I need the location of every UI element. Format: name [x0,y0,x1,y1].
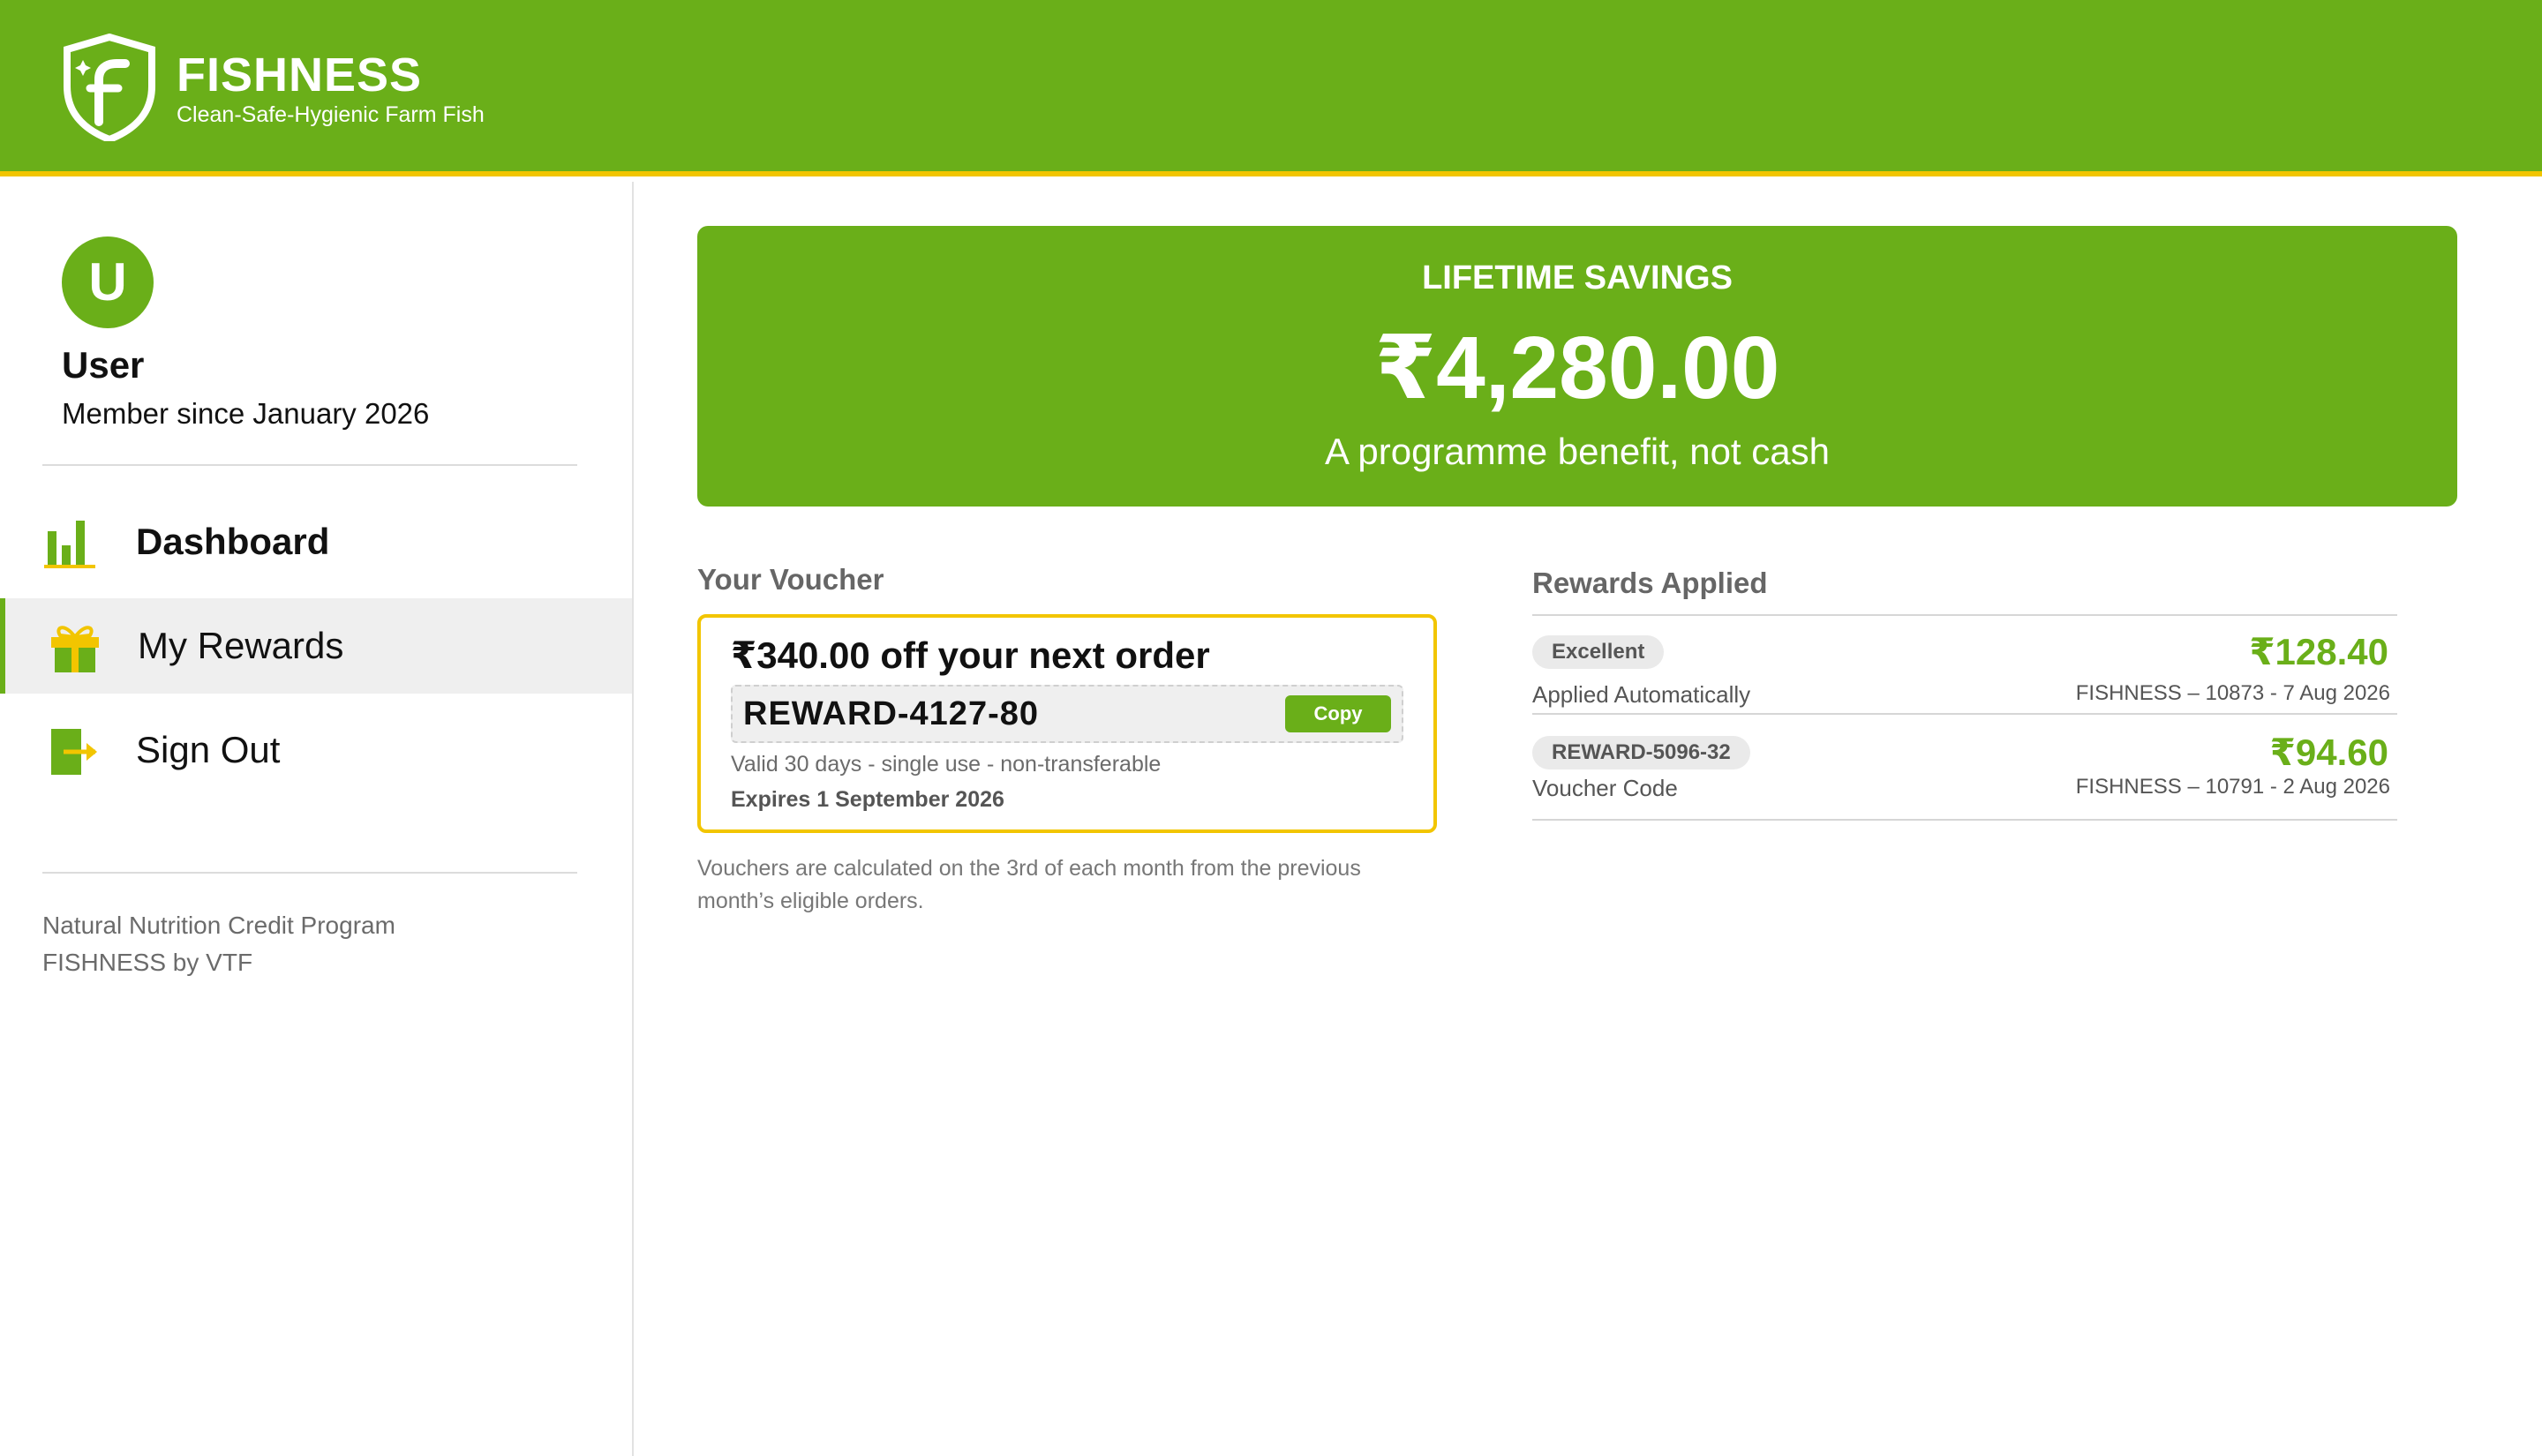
reward-order-info: FISHNESS – 10791 - 2 Aug 2026 [2075,775,2390,799]
sidebar-divider [42,464,577,466]
reward-badge: REWARD-5096-32 [1532,736,1750,769]
voucher-code[interactable]: REWARD-4127-80 [743,695,1039,733]
rewards-divider [1532,713,2397,715]
lifetime-savings-card: LIFETIME SAVINGS ₹4,280.00 A programme b… [697,226,2457,507]
voucher-section-title: Your Voucher [697,563,884,596]
program-name: Natural Nutrition Credit Program [42,912,395,939]
brand-tagline: Clean-Safe-Hygienic Farm Fish [177,102,485,127]
voucher-validity: Valid 30 days - single use - non-transfe… [731,752,1162,777]
fishness-shield-logo-icon[interactable] [60,34,159,141]
reward-badge: Excellent [1532,635,1665,669]
avatar: U [62,236,154,328]
sidebar-item-label: Sign Out [136,729,281,770]
sidebar-item-sign-out[interactable]: Sign Out [0,702,632,798]
voucher-expiry: Expires 1 September 2026 [731,787,1004,812]
sidebar-item-my-rewards[interactable]: My Rewards [0,598,632,694]
top-header: FISHNESS Clean-Safe-Hygienic Farm Fish [0,0,2542,176]
sidebar-item-dashboard[interactable]: Dashboard [0,494,632,589]
savings-note: A programme benefit, not cash [1325,431,1830,472]
program-owner: FISHNESS by VTF [42,949,253,976]
sidebar: U User Member since January 2026 Dashboa… [0,182,634,1456]
gift-icon [51,626,99,672]
rewards-divider [1532,819,2397,821]
bar-chart-icon [44,521,95,568]
savings-title: LIFETIME SAVINGS [1422,259,1733,296]
reward-order-info: FISHNESS – 10873 - 7 Aug 2026 [2075,681,2390,705]
sidebar-divider [42,872,577,874]
reward-amount: ₹128.40 [2249,631,2388,672]
voucher-headline: ₹340.00 off your next order [731,634,1210,676]
voucher-calculation-note: Vouchers are calculated on the 3rd of ea… [697,856,1361,913]
copy-code-button[interactable]: Copy [1285,695,1391,732]
voucher-card: ₹340.00 off your next order REWARD-4127-… [697,614,1437,833]
reward-amount: ₹94.60 [2269,732,2388,773]
savings-amount: ₹4,280.00 [1374,319,1780,417]
user-name: User [62,344,145,386]
rewards-divider [1532,614,2397,616]
reward-method: Applied Automatically [1532,681,1751,708]
reward-method: Voucher Code [1532,775,1678,801]
sidebar-item-label: My Rewards [138,625,344,666]
sidebar-item-label: Dashboard [136,521,330,562]
voucher-code-field[interactable]: REWARD-4127-80 Copy [731,685,1403,743]
sign-out-icon [51,729,97,775]
brand-name: FISHNESS [177,49,423,101]
rewards-section-title: Rewards Applied [1532,567,1768,599]
member-since: Member since January 2026 [62,397,430,430]
